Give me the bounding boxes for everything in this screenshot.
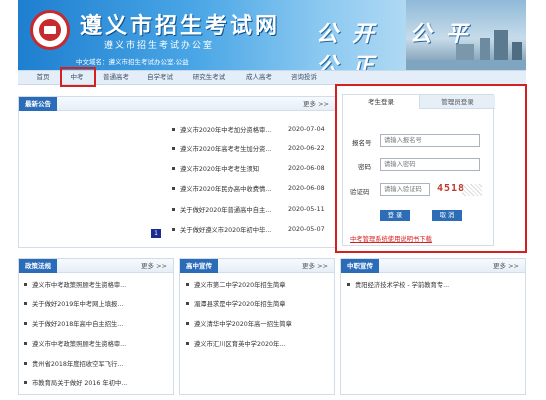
captcha-noise [462,184,482,196]
highschool-panel-title: 高中宣传 [180,259,218,273]
list-item[interactable]: 贵州省2018年度招收空军飞行... [24,359,123,370]
news-date: 2020-06-08 [288,165,325,172]
list-item[interactable]: 遵义市汇川区育英中学2020年... [186,339,285,350]
cancel-button[interactable]: 取 消 [432,210,462,221]
nav-item-graduate[interactable]: 研究生考试 [184,71,234,84]
highschool-more-link[interactable]: 更多 >> [302,259,328,273]
tab-admin-login[interactable]: 管理员登录 [419,95,495,109]
list-item[interactable]: 遵义清华中学2020年高一招生简章 [186,319,292,330]
list-item[interactable]: 遵义市中考政策照顾考生资格审... [24,280,126,291]
nav-item-adult[interactable]: 成人高考 [238,71,280,84]
label-password: 密码 [358,163,371,171]
list-item[interactable]: 关于做好2018年高中自主招生... [24,319,123,330]
site-logo [30,10,70,50]
list-item[interactable]: 贵阳经济技术学校 - 学前教育专... [347,280,449,291]
site-banner: 遵义市招生考试网 遵义市招生考试办公室 中文域名：遵义市招生考试办公室.公益 公… [18,0,526,70]
nav-item-gaokao[interactable]: 普通高考 [96,71,136,84]
tab-student-login[interactable]: 考生登录 [343,95,419,109]
list-item[interactable]: 湄潭县求是中学2020年招生简章 [186,299,286,310]
vocational-panel-title: 中职宣传 [341,259,379,273]
nav-item-self-study[interactable]: 自学考试 [140,71,180,84]
policy-panel-title: 政策法规 [19,259,57,273]
news-date: 2020-06-22 [288,145,325,152]
news-item[interactable]: 遵义市2020年高考考生加分资... [172,144,271,155]
label-registration-id: 报名号 [352,139,372,147]
news-item[interactable]: 关于做好遵义市2020年初中毕... [172,225,271,236]
label-captcha: 验证码 [350,188,370,196]
site-title: 遵义市招生考试网 [80,13,281,39]
list-item[interactable]: 遵义市中考政策照顾考生资格审... [24,339,126,350]
nav-item-home[interactable]: 首页 [28,71,58,84]
page-number[interactable]: 1 [151,229,161,238]
policy-more-link[interactable]: 更多 >> [141,259,167,273]
nav-item-complaint[interactable]: 咨询投诉 [284,71,324,84]
captcha-input[interactable] [380,183,430,196]
news-panel-title: 最新公告 [19,97,57,111]
news-item[interactable]: 遵义市2020年中考加分资格审... [172,125,271,136]
news-date: 2020-05-11 [288,206,325,213]
news-item[interactable]: 遵义市2020年中考考生须知 [172,164,259,175]
vocational-more-link[interactable]: 更多 >> [493,259,519,273]
domain-line: 中文域名：遵义市招生考试办公室.公益 [76,58,189,66]
news-more-link[interactable]: 更多 >> [303,97,329,111]
site-subtitle: 遵义市招生考试办公室 [104,41,215,51]
list-item[interactable]: 关于做好2019年中考网上填报... [24,299,123,310]
slogan: 公开 公平 公正 [316,21,482,70]
news-item[interactable]: 关于做好2020年普通高中自主... [172,205,271,216]
news-date: 2020-07-04 [288,126,325,133]
news-date: 2020-05-07 [288,226,325,233]
password-input[interactable] [380,158,480,171]
vocational-panel: 中职宣传 更多 >> [340,258,526,395]
login-button[interactable]: 登 录 [380,210,410,221]
manual-download-link[interactable]: 中考管理系统使用说明书下载 [350,234,432,243]
news-date: 2020-06-08 [288,185,325,192]
news-item[interactable]: 遵义市2020年民办高中收费情... [172,184,271,195]
list-item[interactable]: 市教育局关于做好 2016 年初中... [24,378,127,389]
nav-highlight-box [60,67,96,87]
list-item[interactable]: 遵义市第二中学2020年招生简章 [186,280,286,291]
registration-id-input[interactable] [380,134,480,147]
